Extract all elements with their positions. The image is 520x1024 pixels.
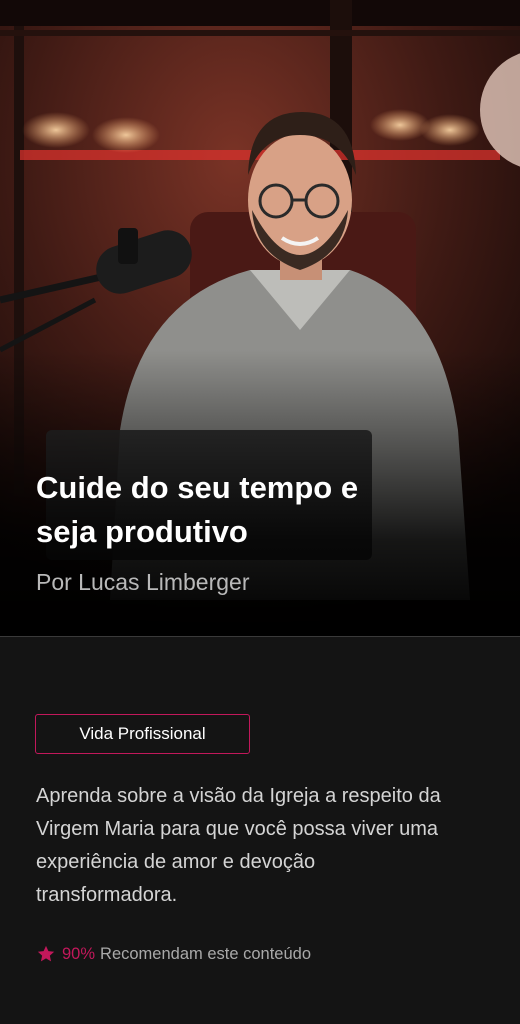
hero-banner: Cuide do seu tempo e seja produtivo Por … bbox=[0, 0, 520, 636]
star-icon bbox=[37, 945, 55, 962]
recommendation-text: Recomendam este conteúdo bbox=[100, 944, 311, 963]
content-panel: Vida Profissional Aprenda sobre a visão … bbox=[0, 637, 520, 1024]
author-byline: Por Lucas Limberger bbox=[36, 569, 250, 595]
page-title: Cuide do seu tempo e seja produtivo bbox=[36, 470, 359, 549]
hero-text: Cuide do seu tempo e seja produtivo Por … bbox=[36, 466, 476, 596]
recommendation-percent: 90% bbox=[62, 944, 96, 963]
course-description: Aprenda sobre a visão da Igreja a respei… bbox=[36, 785, 441, 906]
category-tag-button[interactable]: Vida Profissional bbox=[35, 714, 250, 754]
recommendation-rating: 90% Recomendam este conteúdo bbox=[36, 944, 311, 964]
